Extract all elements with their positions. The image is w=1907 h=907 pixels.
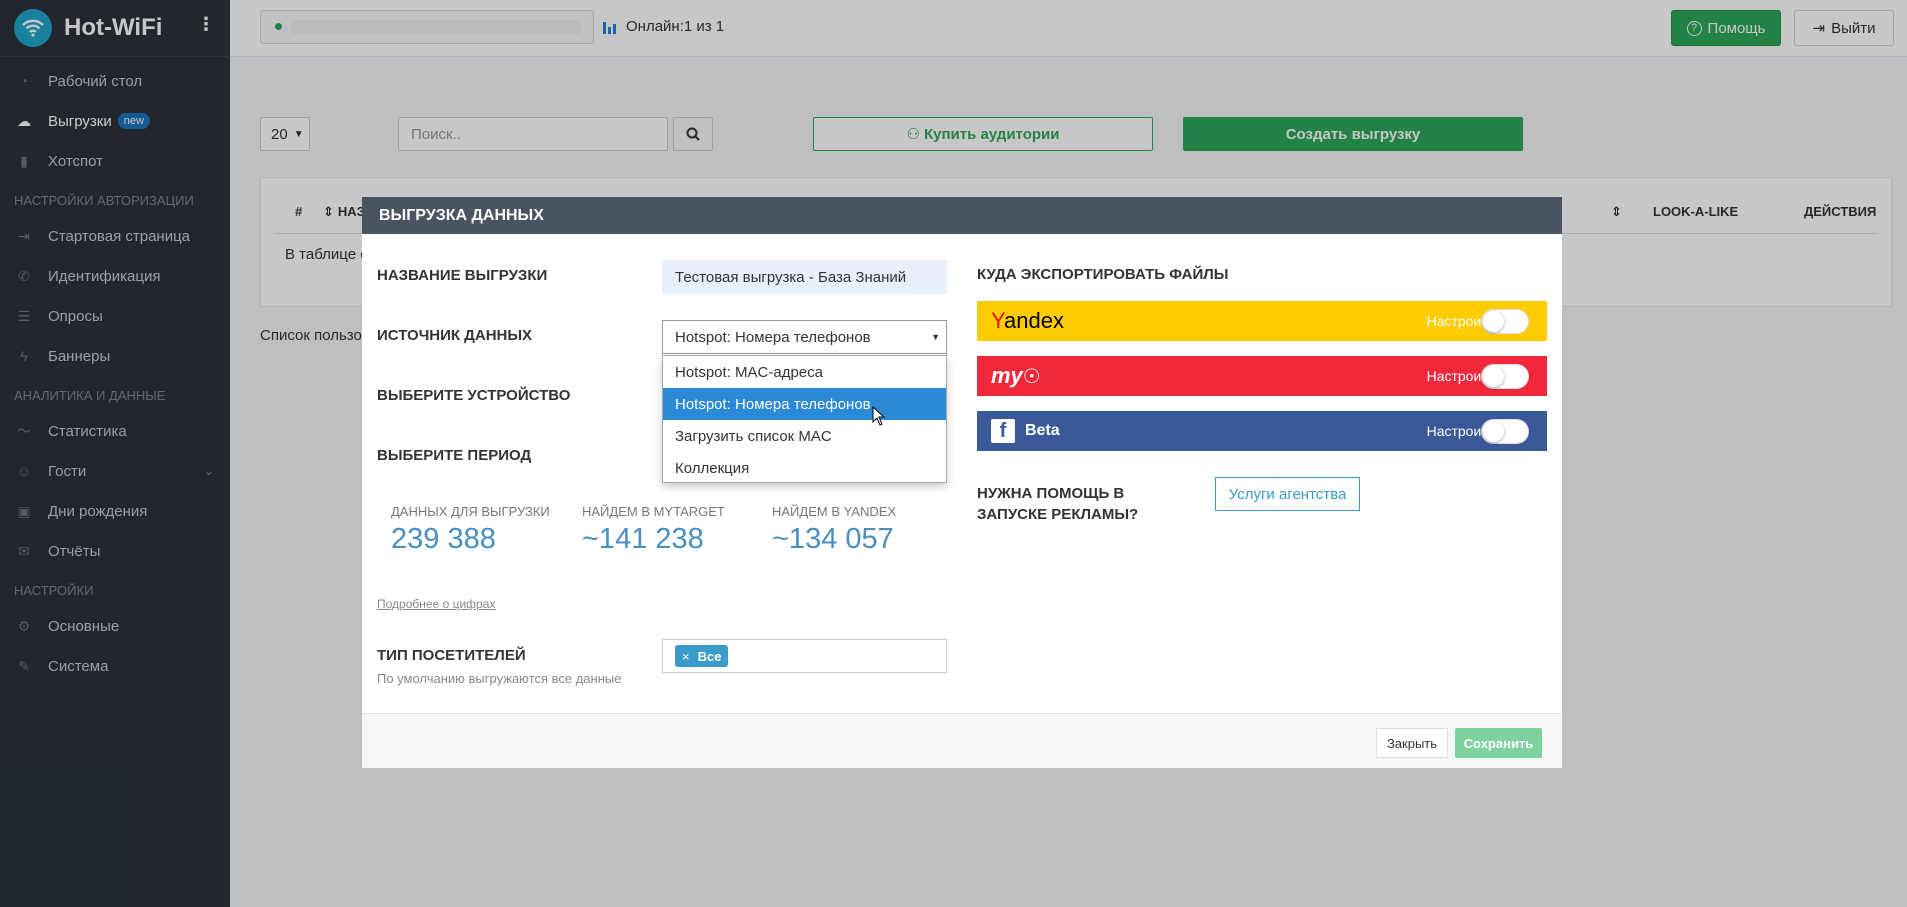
stat-mytarget: НАЙДЕМ В MYTARGET ~141 238 <box>582 504 752 556</box>
visitors-type-input[interactable]: × Все <box>662 639 947 673</box>
yandex-toggle[interactable] <box>1481 309 1529 334</box>
facebook-icon: f <box>991 419 1015 443</box>
export-name-label: НАЗВАНИЕ ВЫГРУЗКИ <box>377 267 548 284</box>
export-destinations-title: КУДА ЭКСПОРТИРОВАТЬ ФАЙЛЫ <box>977 266 1229 283</box>
modal-footer: Закрыть Сохранить <box>362 713 1562 768</box>
stats-panel: ДАННЫХ ДЛЯ ВЫГРУЗКИ 239 388 НАЙДЕМ В MYT… <box>377 490 947 585</box>
modal-title: ВЫГРУЗКА ДАННЫХ <box>362 197 1562 234</box>
export-name-value: Тестовая выгрузка - База Знаний <box>675 268 907 286</box>
mouse-cursor-icon <box>872 406 886 426</box>
dropdown-option-selected[interactable]: Hotspot: Номера телефонов <box>663 388 946 420</box>
data-source-select[interactable]: Hotspot: Номера телефонов ▼ <box>662 320 947 354</box>
export-row-facebook: f Beta Настроить <box>977 411 1547 451</box>
facebook-beta-label: Beta <box>1025 422 1060 439</box>
stat-value: 239 388 <box>391 523 496 555</box>
stat-value: ~141 238 <box>582 523 704 555</box>
export-name-field[interactable]: Тестовая выгрузка - База Знаний <box>662 260 947 294</box>
stat-label: ДАННЫХ ДЛЯ ВЫГРУЗКИ <box>391 504 550 519</box>
agency-services-button[interactable]: Услуги агентства <box>1215 477 1360 511</box>
export-row-mytarget: my☉ Настроить <box>977 356 1547 396</box>
visitors-type-label: ТИП ПОСЕТИТЕЛЕЙ <box>377 647 526 664</box>
save-button[interactable]: Сохранить <box>1455 728 1542 758</box>
help-question: НУЖНА ПОМОЩЬ В ЗАПУСКЕ РЕКЛАМЫ? <box>977 485 1139 523</box>
visitor-tag-label: Все <box>697 648 722 664</box>
data-source-label: ИСТОЧНИК ДАННЫХ <box>377 327 533 344</box>
close-button[interactable]: Закрыть <box>1376 728 1448 758</box>
export-modal: ВЫГРУЗКА ДАННЫХ НАЗВАНИЕ ВЫГРУЗКИ Тестов… <box>362 197 1562 768</box>
dropdown-option[interactable]: Коллекция <box>663 452 946 484</box>
remove-tag-icon[interactable]: × <box>682 649 690 664</box>
export-row-yandex: Yandex Настроить <box>977 301 1547 341</box>
visitors-type-hint: По умолчанию выгружаются все данные <box>377 671 622 686</box>
data-source-value: Hotspot: Номера телефонов <box>675 328 871 346</box>
data-source-dropdown: Hotspot: MAC-адреса Hotspot: Номера теле… <box>662 355 947 483</box>
yandex-logo: Yandex <box>991 308 1064 333</box>
caret-down-icon: ▼ <box>931 332 940 342</box>
facebook-toggle[interactable] <box>1481 419 1529 444</box>
stat-label: НАЙДЕМ В YANDEX <box>772 504 897 519</box>
more-about-numbers-link[interactable]: Подробнее о цифрах <box>377 597 495 611</box>
mytarget-logo: my☉ <box>991 363 1041 388</box>
device-label: ВЫБЕРИТЕ УСТРОЙСТВО <box>377 387 571 404</box>
period-label: ВЫБЕРИТЕ ПЕРИОД <box>377 447 532 464</box>
dropdown-option[interactable]: Hotspot: MAC-адреса <box>663 356 946 388</box>
visitor-tag: × Все <box>675 645 729 667</box>
stat-yandex: НАЙДЕМ В YANDEX ~134 057 <box>772 504 942 556</box>
stat-value: ~134 057 <box>772 523 894 555</box>
mytarget-toggle[interactable] <box>1481 364 1529 389</box>
stat-label: НАЙДЕМ В MYTARGET <box>582 504 725 519</box>
dropdown-option[interactable]: Загрузить список MAC <box>663 420 946 452</box>
stat-export-count: ДАННЫХ ДЛЯ ВЫГРУЗКИ 239 388 <box>391 504 551 556</box>
